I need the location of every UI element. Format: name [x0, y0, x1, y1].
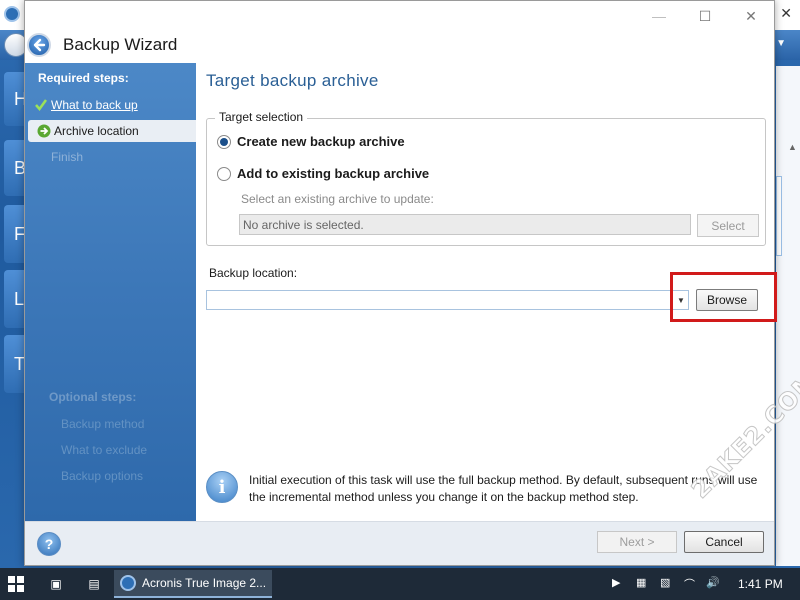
page-title: Target backup archive [206, 71, 379, 90]
step-label: Archive location [54, 124, 139, 138]
info-icon: i [206, 471, 238, 503]
cancel-button[interactable]: Cancel [684, 531, 764, 553]
taskbar-app-label: Acronis True Image 2... [142, 576, 267, 590]
wifi-icon[interactable]: ⌒ [684, 576, 695, 592]
tile-letter: L [14, 289, 25, 309]
step-what-to-back-up[interactable]: What to back up [25, 94, 196, 116]
close-button[interactable]: ✕ [728, 1, 774, 31]
taskbar-pinned-app-icon-2[interactable]: ▤ [84, 574, 104, 594]
background-right-card [776, 176, 782, 256]
dialog-header: Backup Wizard [25, 31, 774, 61]
steps-panel: Required steps: What to back up Archive … [25, 63, 196, 521]
background-dropdown-icon[interactable]: ▼ [776, 38, 786, 49]
target-selection-group: Target selection Create new backup archi… [206, 110, 766, 246]
acronis-app-icon [4, 6, 20, 22]
next-button: Next > [597, 531, 677, 553]
backup-wizard-dialog: — ☐ ✕ Backup Wizard Required steps: What… [24, 0, 777, 566]
optional-step-what-to-exclude[interactable]: What to exclude [61, 443, 147, 457]
required-steps-heading: Required steps: [38, 71, 129, 85]
radio-label: Add to existing backup archive [237, 166, 430, 181]
dialog-footer: ? Next > Cancel [25, 521, 774, 565]
create-new-archive-option[interactable]: Create new backup archive [217, 134, 405, 149]
radio-button-unchecked[interactable] [217, 166, 231, 181]
back-arrow-icon[interactable] [27, 33, 51, 57]
optional-step-backup-options[interactable]: Backup options [61, 469, 143, 483]
window-controls: — ☐ ✕ [636, 1, 774, 31]
taskbar-pinned-app-icon[interactable]: ▣ [46, 574, 66, 594]
optional-steps-heading: Optional steps: [49, 390, 137, 404]
maximize-button[interactable]: ☐ [682, 1, 728, 31]
dialog-title: Backup Wizard [63, 35, 178, 54]
step-label: Finish [51, 150, 84, 164]
windows-start-icon[interactable] [8, 576, 24, 592]
background-caret-icon[interactable]: ▲ [788, 142, 797, 152]
background-close-icon[interactable]: ✕ [780, 5, 792, 22]
step-finish: Finish [25, 146, 196, 168]
step-archive-location[interactable]: Archive location [28, 120, 196, 142]
radio-label: Create new backup archive [237, 134, 405, 149]
add-existing-archive-option[interactable]: Add to existing backup archive [217, 166, 429, 181]
minimize-button[interactable]: — [636, 1, 682, 31]
backup-location-label: Backup location: [209, 266, 298, 280]
tray-app-icon[interactable]: ▧ [660, 576, 670, 589]
browse-highlight-box [670, 272, 777, 322]
taskbar: ▣ ▤ Acronis True Image 2... ▶ ▦ ▧ ⌒ 🔊 1:… [0, 568, 800, 600]
backup-location-input[interactable] [206, 290, 689, 310]
target-selection-legend: Target selection [215, 110, 308, 124]
step-label: What to back up [51, 98, 138, 112]
network-icon[interactable]: ▦ [636, 576, 646, 589]
optional-step-backup-method[interactable]: Backup method [61, 417, 144, 431]
radio-button-checked[interactable] [217, 134, 231, 149]
clock[interactable]: 1:41 PM [738, 577, 783, 591]
existing-archive-label: Select an existing archive to update: [241, 192, 434, 206]
checkmark-icon [33, 97, 49, 113]
current-step-arrow-icon [36, 123, 52, 139]
volume-icon[interactable]: 🔊 [706, 576, 720, 589]
background-right-panel [776, 66, 800, 566]
acronis-app-icon [120, 575, 136, 591]
taskbar-acronis-button[interactable]: Acronis True Image 2... [114, 570, 272, 598]
select-archive-button: Select [697, 214, 759, 237]
help-icon[interactable]: ? [37, 532, 61, 556]
existing-archive-field: No archive is selected. [239, 214, 691, 235]
play-icon[interactable]: ▶ [612, 576, 620, 589]
